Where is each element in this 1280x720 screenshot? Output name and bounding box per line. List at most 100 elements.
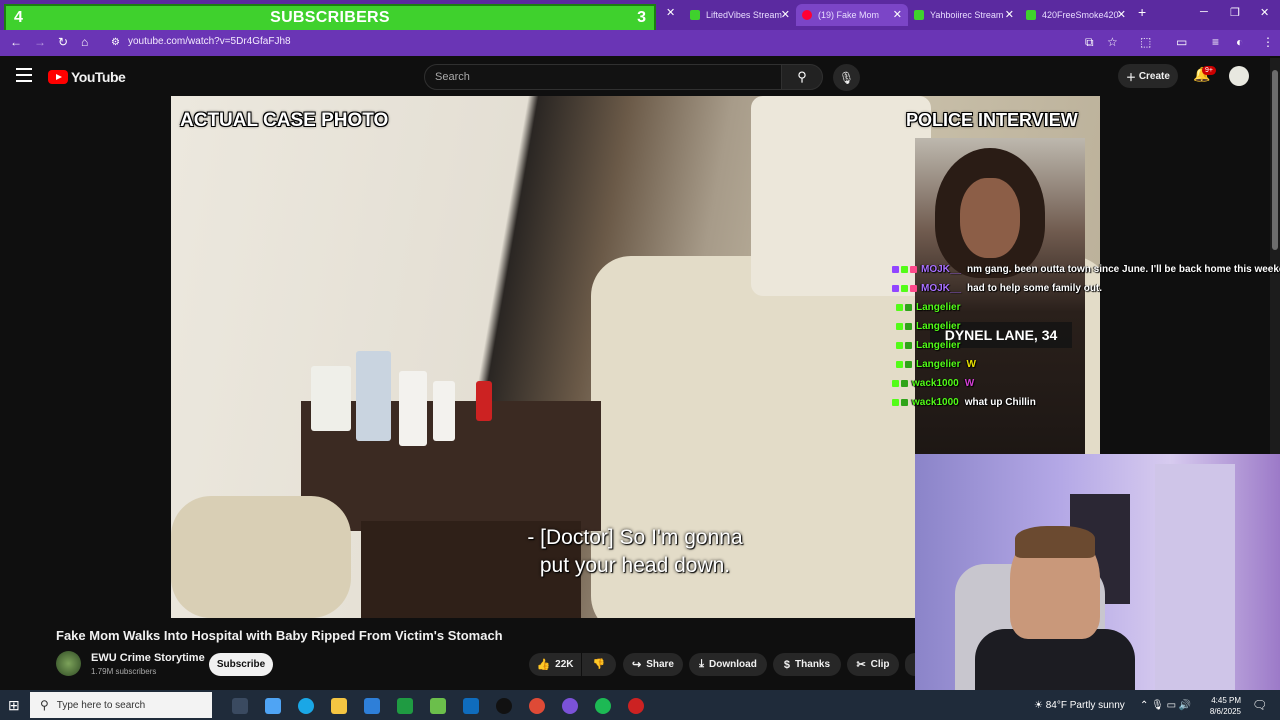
profile-icon[interactable]: ◐ [1236,35,1243,49]
create-button[interactable]: ＋ Create [1118,64,1178,88]
close-icon[interactable]: ✕ [893,8,902,21]
like-count: 22K [555,659,574,670]
thumbs-down-icon: 👎 [592,659,606,670]
subtitle-line: put your head down. [539,554,731,577]
bottle [476,381,492,421]
clock[interactable]: 4:45 PM 8/6/2025 [1205,695,1241,717]
chat-message: wack1000 W [892,375,974,391]
notification-icon[interactable]: 🗨 [1252,698,1267,712]
youtube-logo[interactable]: YouTube [48,69,126,85]
chrome-icon[interactable] [529,698,545,714]
blanket [171,496,351,618]
reload-icon[interactable]: ↻ [58,35,68,49]
copilot-icon[interactable] [265,698,281,714]
close-window-icon[interactable]: ✕ [1260,6,1269,19]
spotify-icon[interactable] [595,698,611,714]
chat-message: Langelier [896,337,966,353]
reading-list-icon[interactable]: ≡ [1212,35,1219,49]
sidebar-icon[interactable]: ▭ [1176,35,1187,49]
badge-icon [901,265,908,273]
close-icon[interactable]: ✕ [781,8,790,21]
obs-icon[interactable] [628,698,644,714]
subscriber-left-count: 4 [14,9,23,26]
tab-420freesmoke[interactable]: 420FreeSmoke420 ✕ [1020,4,1132,26]
search-button[interactable]: ⚲ [781,64,823,90]
taskbar-search[interactable]: ⚲ Type here to search [30,692,212,718]
kick-icon [914,10,924,20]
channel-name[interactable]: EWU Crime Storytime [91,652,205,664]
install-icon[interactable]: ⧉ [1085,35,1094,50]
badge-icon [905,360,912,368]
bookmark-star-icon[interactable]: ☆ [1107,35,1118,49]
badge-icon [892,265,899,273]
weather-text: 84°F Partly sunny [1045,700,1125,711]
video-title: Fake Mom Walks Into Hospital with Baby R… [56,628,503,643]
weather-widget[interactable]: ☀ 84°F Partly sunny [1034,700,1125,711]
dislike-button[interactable]: 👎 [582,653,616,676]
url-input[interactable]: youtube.com/watch?v=5Dr4GfaFJh8 [128,36,291,47]
voice-search-button[interactable]: 🎙 [833,64,860,91]
tab-yahboiirec[interactable]: Yahboiirec Stream ✕ [908,4,1020,26]
download-button[interactable]: ⤓ Download [689,653,767,676]
subscribe-button[interactable]: Subscribe [209,653,273,676]
clip-button[interactable]: ✂ Clip [847,653,899,676]
badge-icon [892,284,899,292]
chat-text: had to help some family out. [967,282,1103,294]
chat-message: MOJK__ had to help some family out. [892,280,1102,296]
more-actions-button[interactable] [905,653,915,676]
thanks-button[interactable]: $ Thanks [773,653,841,676]
tiktok-icon[interactable] [496,698,512,714]
kick-badge-icon [896,341,903,349]
chat-text: W [964,377,975,389]
minimize-icon[interactable]: ─ [1200,6,1208,18]
kick-badge-icon [896,303,903,311]
thanks-label: Thanks [795,659,831,670]
outlook-icon[interactable] [463,698,479,714]
badge-icon [910,265,917,273]
channel-avatar[interactable] [56,651,81,676]
close-icon[interactable]: ✕ [1005,8,1014,21]
avatar[interactable] [1229,66,1249,86]
site-info-icon[interactable]: ⚙ [111,37,120,48]
hamburger-menu-icon[interactable] [16,68,32,82]
search-icon: ⚲ [40,698,49,712]
forward-icon[interactable]: → [34,35,46,49]
extensions-icon[interactable]: ⬚ [1140,35,1151,49]
close-icon[interactable]: ✕ [1117,8,1126,21]
search-input[interactable]: Search [424,64,782,90]
share-button[interactable]: ↪ Share [623,653,683,676]
like-button[interactable]: 👍 22K [529,653,581,676]
file-explorer-icon[interactable] [331,698,347,714]
badge-icon [901,379,908,387]
chat-username: Langelier [916,339,961,351]
scrollbar-thumb[interactable] [1272,70,1278,250]
new-tab-button[interactable]: + [1138,4,1146,20]
discord-icon[interactable] [562,698,578,714]
task-view-icon[interactable] [232,698,248,714]
chat-text: nm gang. been outta town since June. I'l… [967,263,1280,275]
case-photo-label: ACTUAL CASE PHOTO [180,110,389,131]
windows-start-icon[interactable]: ⊞ [8,697,20,714]
chat-username: wack1000 [912,377,959,389]
edge-icon[interactable] [298,698,314,714]
app-icon[interactable] [430,698,446,714]
close-icon[interactable]: ✕ [666,6,675,19]
system-tray[interactable]: ⌃ 🎙 ▭ 🔊 [1140,700,1191,711]
kick-badge-icon [896,360,903,368]
chat-username: MOJK__ [921,282,962,294]
xbox-icon[interactable] [397,698,413,714]
tab-fake-mom[interactable]: (19) Fake Mom ✕ [796,4,908,26]
browser-menu-icon[interactable]: ⋮ [1262,35,1274,49]
chat-text: what up Chillin [964,396,1036,408]
chat-message: Langelier [896,299,966,315]
maximize-icon[interactable]: ❐ [1230,6,1240,19]
back-icon[interactable]: ← [10,35,22,49]
download-icon: ⤓ [699,658,705,670]
chat-message: Langelier W [896,356,976,372]
home-icon[interactable]: ⌂ [81,35,88,49]
youtube-play-icon [48,70,68,84]
share-label: Share [646,659,674,670]
video-subtitle: - [Doctor] So I'm gonna put your head do… [440,524,830,580]
store-icon[interactable] [364,698,380,714]
tab-liftedvibes[interactable]: LiftedVibes Stream ✕ [684,4,796,26]
